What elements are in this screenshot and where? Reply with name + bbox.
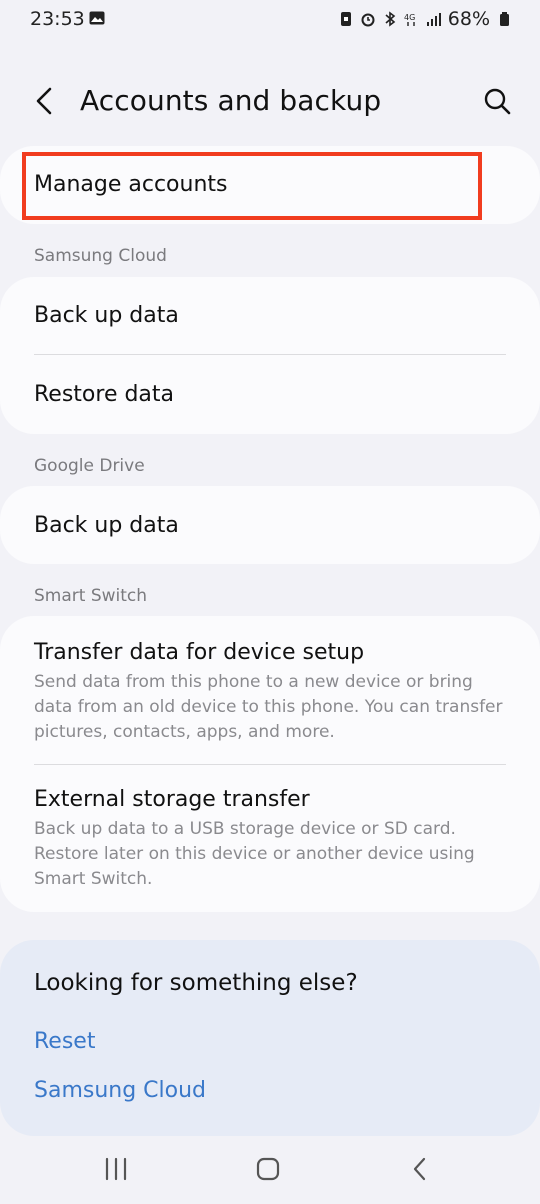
signal-icon [426,13,441,26]
samsung-cloud-card: Back up data Restore data [0,277,540,434]
transfer-data-title: Transfer data for device setup [34,640,365,665]
home-button[interactable] [248,1154,288,1184]
section-samsung-cloud: Samsung Cloud [34,246,167,266]
section-smart-switch: Smart Switch [34,586,148,606]
alarm-icon [361,13,375,27]
battery-icon [500,12,509,26]
smart-switch-card: Transfer data for device setup Send data… [0,616,540,912]
google-drive-card: Back up data [0,486,540,564]
page-title: Accounts and backup [80,84,382,117]
transfer-data-description: Send data from this phone to a new devic… [34,672,503,742]
back-button[interactable] [28,84,62,118]
suggestions-card: Looking for something else? Reset Samsun… [0,940,540,1136]
suggestions-heading: Looking for something else? [34,970,358,996]
google-drive-backup-item[interactable]: Back up data [34,513,179,538]
navigation-bar [0,1140,540,1204]
recent-apps-button[interactable] [96,1154,136,1184]
app-bar: Accounts and backup [0,70,540,134]
sim-icon [340,12,351,26]
bluetooth-icon [385,11,396,27]
transfer-data-item[interactable]: Transfer data for device setup Send data… [0,616,540,764]
search-button[interactable] [480,84,514,118]
status-icons: 4G 68% [338,8,512,30]
gallery-notification-icon [89,11,105,25]
samsung-cloud-restore-item[interactable]: Restore data [34,382,174,407]
divider [34,354,506,355]
status-bar: 23:53 4G 68% [0,0,540,40]
external-storage-item[interactable]: External storage transfer Back up data t… [0,765,540,912]
external-storage-title: External storage transfer [34,787,310,812]
back-nav-button[interactable] [400,1154,440,1184]
samsung-cloud-link[interactable]: Samsung Cloud [34,1078,206,1103]
section-google-drive: Google Drive [34,456,145,476]
samsung-cloud-backup-item[interactable]: Back up data [34,303,179,328]
svg-text:4G: 4G [404,13,415,22]
network-4g-icon: 4G [404,13,415,26]
battery-percent: 68% [447,8,490,30]
external-storage-description: Back up data to a USB storage device or … [34,819,475,889]
reset-link[interactable]: Reset [34,1029,95,1054]
status-time: 23:53 [30,8,85,30]
highlight-box [22,152,482,220]
